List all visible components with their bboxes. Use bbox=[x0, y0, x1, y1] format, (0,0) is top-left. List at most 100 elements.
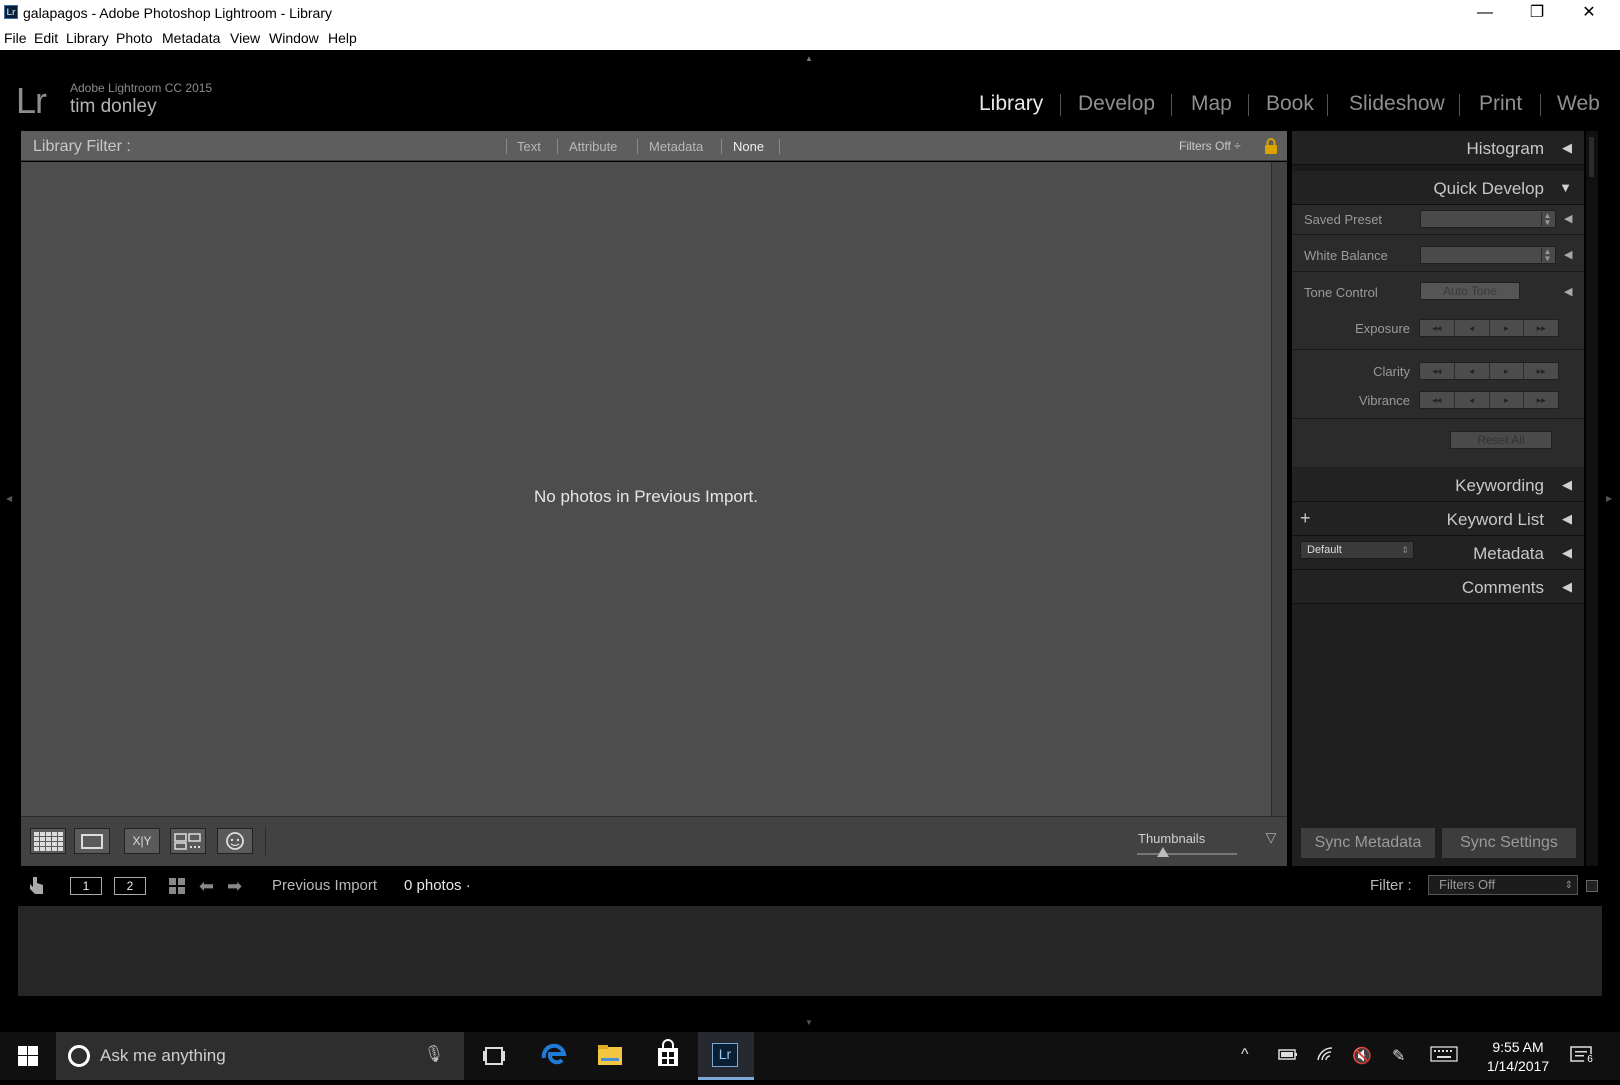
white-balance-expand-icon[interactable]: ◀ bbox=[1564, 248, 1572, 261]
thumbnail-size-slider[interactable] bbox=[1137, 853, 1237, 855]
keyword-list-panel-header[interactable]: + Keyword List ◀ bbox=[1292, 502, 1584, 536]
main-window-button[interactable]: 1 bbox=[70, 877, 102, 895]
people-view-button[interactable] bbox=[217, 828, 253, 854]
sync-settings-button[interactable]: Sync Settings bbox=[1441, 827, 1577, 859]
user-name-label: tim donley bbox=[70, 96, 157, 117]
menu-library[interactable]: Library bbox=[66, 30, 109, 46]
filter-tab-none[interactable]: None bbox=[733, 139, 764, 154]
right-panel-toggle-icon[interactable]: ▶ bbox=[1606, 494, 1612, 503]
toolbar-options-dropdown-icon[interactable]: ▽ bbox=[1256, 829, 1286, 853]
menu-help[interactable]: Help bbox=[328, 30, 357, 46]
filter-tab-metadata[interactable]: Metadata bbox=[649, 139, 703, 154]
restore-button[interactable]: ❐ bbox=[1514, 0, 1560, 26]
module-map[interactable]: Map bbox=[1191, 92, 1232, 116]
right-panel-scrollbar[interactable] bbox=[1586, 131, 1598, 866]
grid-view-area[interactable]: No photos in Previous Import. bbox=[21, 162, 1271, 816]
library-toolbar: X|Y Thumbnails ▽ bbox=[21, 816, 1287, 866]
photo-count-label[interactable]: 0 photos · bbox=[404, 877, 471, 894]
secondary-window-button[interactable]: 2 bbox=[114, 877, 146, 895]
filter-preset-dropdown[interactable]: Filters Off ÷ bbox=[1179, 139, 1241, 153]
left-panel-toggle-icon[interactable]: ◀ bbox=[6, 494, 12, 503]
back-arrow-icon[interactable]: ⬅ bbox=[199, 876, 214, 897]
module-web[interactable]: Web bbox=[1557, 92, 1600, 116]
survey-view-button[interactable] bbox=[170, 828, 206, 854]
vibrance-label: Vibrance bbox=[1358, 393, 1410, 408]
windows-taskbar: Ask me anything 🎙 Lr ^ 🔇 ✎ 9:55 AM 1/14/… bbox=[0, 1032, 1620, 1080]
forward-arrow-icon[interactable]: ➡ bbox=[227, 876, 242, 897]
menu-view[interactable]: View bbox=[230, 30, 260, 46]
tone-control-expand-icon[interactable]: ◀ bbox=[1564, 285, 1572, 298]
menu-metadata[interactable]: Metadata bbox=[162, 30, 220, 46]
cortana-search-box[interactable]: Ask me anything 🎙 bbox=[56, 1032, 464, 1080]
clarity-label: Clarity bbox=[1373, 364, 1410, 379]
filmstrip-toggle-icon[interactable] bbox=[1586, 880, 1598, 892]
file-explorer-button[interactable] bbox=[582, 1032, 638, 1080]
grid-nav-icon[interactable] bbox=[168, 877, 186, 900]
sync-metadata-button[interactable]: Sync Metadata bbox=[1300, 827, 1436, 859]
auto-tone-button[interactable]: Auto Tone bbox=[1420, 282, 1520, 300]
close-button[interactable]: ✕ bbox=[1566, 0, 1612, 26]
touch-keyboard-icon[interactable] bbox=[1430, 1046, 1458, 1067]
saved-preset-expand-icon[interactable]: ◀ bbox=[1564, 212, 1572, 225]
windows-start-icon[interactable] bbox=[18, 1046, 38, 1071]
action-center-icon[interactable]: 6 bbox=[1570, 1046, 1596, 1071]
volume-muted-icon[interactable]: 🔇 bbox=[1352, 1046, 1372, 1066]
scrollbar-thumb[interactable] bbox=[1589, 137, 1594, 177]
filmstrip-navigation-bar: 1 2 ⬅ ➡ Previous Import 0 photos · Filte… bbox=[18, 868, 1602, 904]
clock-time: 9:55 AM bbox=[1492, 1039, 1544, 1055]
module-develop[interactable]: Develop bbox=[1078, 92, 1155, 116]
white-balance-select[interactable]: ▲ ▼ bbox=[1420, 246, 1556, 264]
loupe-view-button[interactable] bbox=[74, 828, 110, 854]
wifi-icon[interactable] bbox=[1316, 1046, 1336, 1067]
module-book[interactable]: Book bbox=[1266, 92, 1314, 116]
secondary-display-icon[interactable] bbox=[26, 874, 48, 896]
lock-icon[interactable] bbox=[1262, 137, 1280, 155]
store-button[interactable] bbox=[640, 1032, 696, 1080]
menu-file[interactable]: File bbox=[4, 30, 27, 46]
quick-develop-label: Quick Develop bbox=[1433, 179, 1544, 198]
module-separator bbox=[1327, 94, 1328, 116]
add-keyword-icon[interactable]: + bbox=[1300, 508, 1311, 529]
filmstrip-source-label[interactable]: Previous Import bbox=[272, 877, 377, 894]
filter-tab-text[interactable]: Text bbox=[517, 139, 541, 154]
menu-photo[interactable]: Photo bbox=[116, 30, 153, 46]
microphone-icon[interactable]: 🎙 bbox=[424, 1044, 444, 1064]
grid-scrollbar[interactable] bbox=[1271, 162, 1287, 816]
menu-window[interactable]: Window bbox=[269, 30, 319, 46]
show-hidden-icons-icon[interactable]: ^ bbox=[1241, 1046, 1249, 1064]
minimize-button[interactable]: — bbox=[1462, 0, 1508, 26]
empty-grid-message: No photos in Previous Import. bbox=[534, 487, 758, 506]
module-slideshow[interactable]: Slideshow bbox=[1349, 92, 1445, 116]
lightroom-taskbar-button[interactable]: Lr bbox=[698, 1032, 754, 1080]
quick-develop-panel-header[interactable]: Quick Develop ▼ bbox=[1292, 171, 1584, 205]
comments-panel-header[interactable]: Comments ◀ bbox=[1292, 570, 1584, 604]
collapsed-triangle-icon: ◀ bbox=[1562, 477, 1572, 492]
select-arrows-icon: ▲ ▼ bbox=[1541, 212, 1553, 227]
exposure-stepper[interactable]: ◂◂ ◂ ▸ ▸▸ bbox=[1419, 319, 1559, 337]
reset-all-button[interactable]: Reset All bbox=[1450, 431, 1552, 449]
module-library[interactable]: Library bbox=[979, 92, 1043, 116]
filter-separator bbox=[557, 139, 558, 154]
pen-workspace-icon[interactable]: ✎ bbox=[1392, 1046, 1405, 1066]
histogram-panel-header[interactable]: Histogram ◀ bbox=[1292, 131, 1584, 165]
keywording-panel-header[interactable]: Keywording ◀ bbox=[1292, 468, 1584, 502]
filmstrip-filter-select[interactable]: Filters Off ⇕ bbox=[1428, 875, 1578, 895]
taskbar-clock[interactable]: 9:55 AM 1/14/2017 bbox=[1478, 1038, 1558, 1076]
filmstrip-area[interactable] bbox=[18, 906, 1602, 996]
collapse-top-panel-icon[interactable]: ▲ bbox=[805, 54, 813, 63]
edge-browser-button[interactable] bbox=[526, 1032, 582, 1080]
task-view-button[interactable] bbox=[466, 1032, 522, 1080]
vibrance-stepper[interactable]: ◂◂ ◂ ▸ ▸▸ bbox=[1419, 391, 1559, 409]
thumbnail-slider-knob[interactable] bbox=[1157, 847, 1169, 857]
compare-view-button[interactable]: X|Y bbox=[124, 828, 160, 854]
saved-preset-select[interactable]: ▲ ▼ bbox=[1420, 210, 1556, 228]
battery-icon[interactable] bbox=[1278, 1046, 1298, 1067]
grid-view-button[interactable] bbox=[30, 828, 66, 854]
menu-edit[interactable]: Edit bbox=[34, 30, 58, 46]
collapse-bottom-panel-icon[interactable]: ▼ bbox=[805, 1018, 813, 1027]
clarity-stepper[interactable]: ◂◂ ◂ ▸ ▸▸ bbox=[1419, 362, 1559, 380]
module-print[interactable]: Print bbox=[1479, 92, 1522, 116]
metadata-preset-select[interactable]: Default ⇕ bbox=[1300, 541, 1414, 559]
comments-label: Comments bbox=[1461, 578, 1544, 597]
filter-tab-attribute[interactable]: Attribute bbox=[569, 139, 617, 154]
